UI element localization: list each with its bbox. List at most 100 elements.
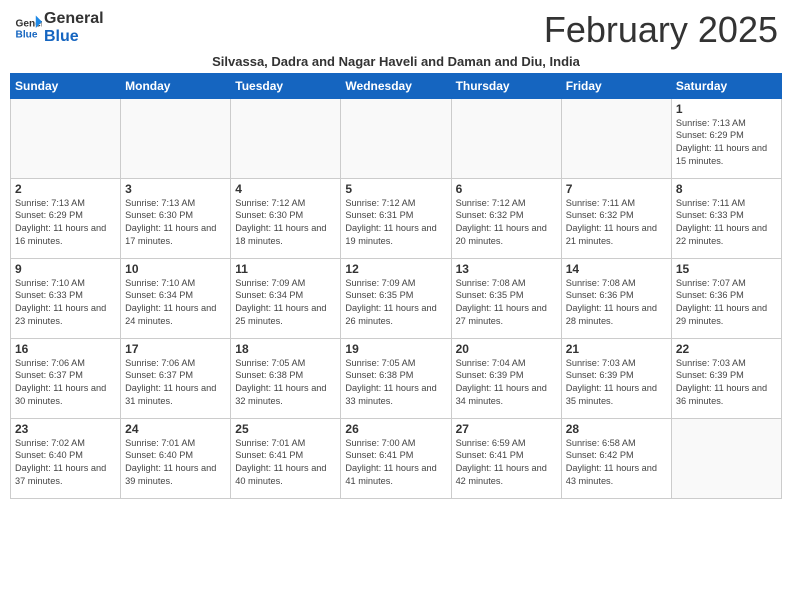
calendar-week-1: 1Sunrise: 7:13 AM Sunset: 6:29 PM Daylig… [11, 98, 782, 178]
weekday-header-friday: Friday [561, 73, 671, 98]
day-info: Sunrise: 7:06 AM Sunset: 6:37 PM Dayligh… [15, 357, 116, 409]
day-number: 5 [345, 182, 446, 196]
calendar-cell [671, 418, 781, 498]
day-info: Sunrise: 7:09 AM Sunset: 6:35 PM Dayligh… [345, 277, 446, 329]
day-info: Sunrise: 7:03 AM Sunset: 6:39 PM Dayligh… [566, 357, 667, 409]
day-number: 28 [566, 422, 667, 436]
calendar-week-4: 16Sunrise: 7:06 AM Sunset: 6:37 PM Dayli… [11, 338, 782, 418]
calendar-cell: 13Sunrise: 7:08 AM Sunset: 6:35 PM Dayli… [451, 258, 561, 338]
day-info: Sunrise: 7:12 AM Sunset: 6:30 PM Dayligh… [235, 197, 336, 249]
weekday-header-wednesday: Wednesday [341, 73, 451, 98]
day-number: 27 [456, 422, 557, 436]
calendar-cell: 27Sunrise: 6:59 AM Sunset: 6:41 PM Dayli… [451, 418, 561, 498]
day-info: Sunrise: 7:01 AM Sunset: 6:40 PM Dayligh… [125, 437, 226, 489]
day-number: 19 [345, 342, 446, 356]
calendar-week-3: 9Sunrise: 7:10 AM Sunset: 6:33 PM Daylig… [11, 258, 782, 338]
calendar-cell [451, 98, 561, 178]
day-info: Sunrise: 7:01 AM Sunset: 6:41 PM Dayligh… [235, 437, 336, 489]
calendar-cell: 3Sunrise: 7:13 AM Sunset: 6:30 PM Daylig… [121, 178, 231, 258]
day-info: Sunrise: 7:11 AM Sunset: 6:33 PM Dayligh… [676, 197, 777, 249]
day-number: 26 [345, 422, 446, 436]
weekday-header-saturday: Saturday [671, 73, 781, 98]
month-title: February 2025 [544, 10, 778, 50]
calendar-cell: 7Sunrise: 7:11 AM Sunset: 6:32 PM Daylig… [561, 178, 671, 258]
day-number: 2 [15, 182, 116, 196]
day-number: 24 [125, 422, 226, 436]
calendar-cell: 22Sunrise: 7:03 AM Sunset: 6:39 PM Dayli… [671, 338, 781, 418]
calendar-week-5: 23Sunrise: 7:02 AM Sunset: 6:40 PM Dayli… [11, 418, 782, 498]
day-number: 9 [15, 262, 116, 276]
calendar-cell: 20Sunrise: 7:04 AM Sunset: 6:39 PM Dayli… [451, 338, 561, 418]
day-info: Sunrise: 7:05 AM Sunset: 6:38 PM Dayligh… [235, 357, 336, 409]
weekday-header-thursday: Thursday [451, 73, 561, 98]
day-info: Sunrise: 7:13 AM Sunset: 6:30 PM Dayligh… [125, 197, 226, 249]
location-subtitle: Silvassa, Dadra and Nagar Haveli and Dam… [10, 54, 782, 69]
day-number: 15 [676, 262, 777, 276]
day-number: 23 [15, 422, 116, 436]
day-number: 20 [456, 342, 557, 356]
calendar-cell [11, 98, 121, 178]
day-info: Sunrise: 7:02 AM Sunset: 6:40 PM Dayligh… [15, 437, 116, 489]
calendar-cell [341, 98, 451, 178]
day-info: Sunrise: 7:12 AM Sunset: 6:31 PM Dayligh… [345, 197, 446, 249]
day-number: 18 [235, 342, 336, 356]
day-info: Sunrise: 7:03 AM Sunset: 6:39 PM Dayligh… [676, 357, 777, 409]
calendar-cell: 25Sunrise: 7:01 AM Sunset: 6:41 PM Dayli… [231, 418, 341, 498]
day-number: 8 [676, 182, 777, 196]
logo-general-text: General [44, 10, 104, 28]
day-info: Sunrise: 7:10 AM Sunset: 6:33 PM Dayligh… [15, 277, 116, 329]
day-info: Sunrise: 7:13 AM Sunset: 6:29 PM Dayligh… [15, 197, 116, 249]
calendar-cell: 19Sunrise: 7:05 AM Sunset: 6:38 PM Dayli… [341, 338, 451, 418]
title-block: February 2025 [544, 10, 778, 50]
calendar-header-row: SundayMondayTuesdayWednesdayThursdayFrid… [11, 73, 782, 98]
weekday-header-tuesday: Tuesday [231, 73, 341, 98]
calendar-cell: 6Sunrise: 7:12 AM Sunset: 6:32 PM Daylig… [451, 178, 561, 258]
day-number: 4 [235, 182, 336, 196]
day-number: 12 [345, 262, 446, 276]
day-info: Sunrise: 7:10 AM Sunset: 6:34 PM Dayligh… [125, 277, 226, 329]
weekday-header-sunday: Sunday [11, 73, 121, 98]
day-number: 16 [15, 342, 116, 356]
day-info: Sunrise: 7:06 AM Sunset: 6:37 PM Dayligh… [125, 357, 226, 409]
svg-text:Blue: Blue [16, 29, 38, 40]
day-number: 10 [125, 262, 226, 276]
day-info: Sunrise: 6:59 AM Sunset: 6:41 PM Dayligh… [456, 437, 557, 489]
day-number: 1 [676, 102, 777, 116]
calendar-cell [121, 98, 231, 178]
day-info: Sunrise: 7:08 AM Sunset: 6:36 PM Dayligh… [566, 277, 667, 329]
calendar-table: SundayMondayTuesdayWednesdayThursdayFrid… [10, 73, 782, 499]
day-info: Sunrise: 7:07 AM Sunset: 6:36 PM Dayligh… [676, 277, 777, 329]
calendar-cell: 18Sunrise: 7:05 AM Sunset: 6:38 PM Dayli… [231, 338, 341, 418]
calendar-cell: 2Sunrise: 7:13 AM Sunset: 6:29 PM Daylig… [11, 178, 121, 258]
day-number: 21 [566, 342, 667, 356]
calendar-week-2: 2Sunrise: 7:13 AM Sunset: 6:29 PM Daylig… [11, 178, 782, 258]
calendar-cell: 28Sunrise: 6:58 AM Sunset: 6:42 PM Dayli… [561, 418, 671, 498]
day-number: 22 [676, 342, 777, 356]
day-info: Sunrise: 7:09 AM Sunset: 6:34 PM Dayligh… [235, 277, 336, 329]
weekday-header-monday: Monday [121, 73, 231, 98]
calendar-cell: 26Sunrise: 7:00 AM Sunset: 6:41 PM Dayli… [341, 418, 451, 498]
calendar-cell: 24Sunrise: 7:01 AM Sunset: 6:40 PM Dayli… [121, 418, 231, 498]
calendar-cell: 1Sunrise: 7:13 AM Sunset: 6:29 PM Daylig… [671, 98, 781, 178]
day-number: 3 [125, 182, 226, 196]
logo-blue-text: Blue [44, 28, 104, 46]
day-info: Sunrise: 6:58 AM Sunset: 6:42 PM Dayligh… [566, 437, 667, 489]
calendar-cell: 15Sunrise: 7:07 AM Sunset: 6:36 PM Dayli… [671, 258, 781, 338]
day-info: Sunrise: 7:04 AM Sunset: 6:39 PM Dayligh… [456, 357, 557, 409]
calendar-cell: 5Sunrise: 7:12 AM Sunset: 6:31 PM Daylig… [341, 178, 451, 258]
day-number: 6 [456, 182, 557, 196]
calendar-cell: 16Sunrise: 7:06 AM Sunset: 6:37 PM Dayli… [11, 338, 121, 418]
day-number: 7 [566, 182, 667, 196]
calendar-cell: 4Sunrise: 7:12 AM Sunset: 6:30 PM Daylig… [231, 178, 341, 258]
day-info: Sunrise: 7:00 AM Sunset: 6:41 PM Dayligh… [345, 437, 446, 489]
calendar-cell: 10Sunrise: 7:10 AM Sunset: 6:34 PM Dayli… [121, 258, 231, 338]
day-number: 17 [125, 342, 226, 356]
calendar-cell: 17Sunrise: 7:06 AM Sunset: 6:37 PM Dayli… [121, 338, 231, 418]
calendar-cell: 21Sunrise: 7:03 AM Sunset: 6:39 PM Dayli… [561, 338, 671, 418]
calendar-cell: 11Sunrise: 7:09 AM Sunset: 6:34 PM Dayli… [231, 258, 341, 338]
calendar-cell: 8Sunrise: 7:11 AM Sunset: 6:33 PM Daylig… [671, 178, 781, 258]
calendar-cell [231, 98, 341, 178]
calendar-cell: 14Sunrise: 7:08 AM Sunset: 6:36 PM Dayli… [561, 258, 671, 338]
calendar-cell: 12Sunrise: 7:09 AM Sunset: 6:35 PM Dayli… [341, 258, 451, 338]
day-number: 13 [456, 262, 557, 276]
